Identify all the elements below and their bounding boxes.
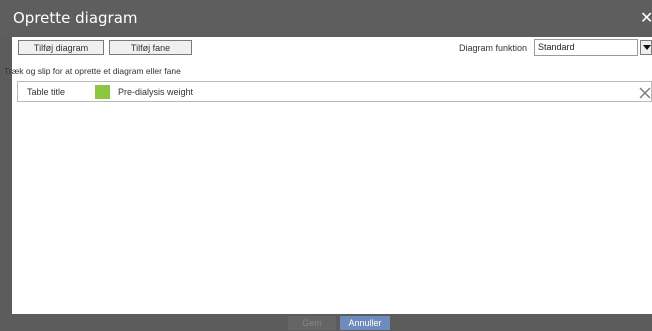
chart-function-value: Standard [538,42,575,52]
chart-function-label: Diagram funktion [459,43,528,53]
add-chart-button[interactable]: Tilføj diagram [18,40,104,55]
chart-row[interactable]: Table title Pre-dialysis weight [17,81,652,102]
dialog-footer: Gem Annuller [0,314,652,331]
dialog-content: Tilføj diagram Tilføj fane Diagram funkt… [4,37,652,314]
remove-row-button[interactable] [638,85,652,99]
chart-function-dropdown-button[interactable] [640,40,652,55]
save-button[interactable]: Gem [288,316,336,330]
cancel-button[interactable]: Annuller [340,316,390,330]
create-chart-dialog: Oprette diagram ✕ Tilføj diagram Tilføj … [0,0,652,331]
drag-drop-hint: Træk og slip for at oprette et diagram e… [4,66,181,76]
chart-function-select[interactable]: Standard [534,39,638,56]
series-label[interactable]: Pre-dialysis weight [118,87,193,97]
series-color-swatch [95,85,110,99]
close-icon[interactable]: ✕ [640,8,652,28]
dialog-titlebar: Oprette diagram ✕ [0,0,652,36]
close-icon [639,87,651,99]
chart-row-title[interactable]: Table title [27,87,65,97]
caret-down-icon [643,45,651,50]
dialog-title: Oprette diagram [13,9,138,27]
add-tab-button[interactable]: Tilføj fane [109,40,192,55]
